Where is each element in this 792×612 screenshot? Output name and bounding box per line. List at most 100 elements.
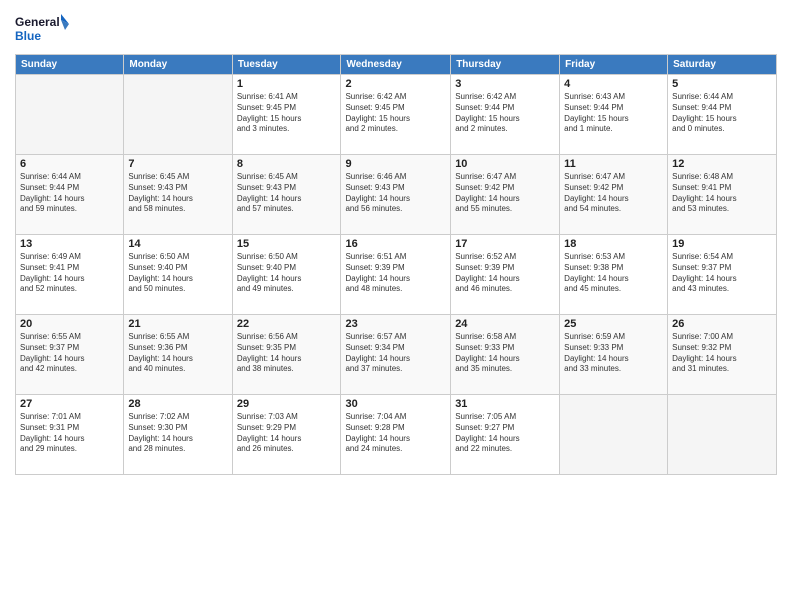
day-number: 28 — [128, 398, 227, 410]
day-number: 7 — [128, 158, 227, 170]
day-number: 6 — [20, 158, 119, 170]
day-info: Sunrise: 7:04 AMSunset: 9:28 PMDaylight:… — [345, 412, 446, 455]
day-number: 20 — [20, 318, 119, 330]
day-number: 3 — [455, 78, 555, 90]
day-cell: 19Sunrise: 6:54 AMSunset: 9:37 PMDayligh… — [668, 235, 777, 315]
day-cell: 31 Sunrise: 7:05 AMSunset: 9:27 PMDayligh… — [451, 395, 560, 475]
day-number: 9 — [345, 158, 446, 170]
day-info: Sunrise: 6:42 AMSunset: 9:45 PMDaylight:… — [345, 92, 446, 135]
day-cell: 23 Sunrise: 6:57 AMSunset: 9:34 PMDayligh… — [341, 315, 451, 395]
day-number: 11 — [564, 158, 663, 170]
day-cell: 14 Sunrise: 6:50 AMSunset: 9:40 PMDayligh… — [124, 235, 232, 315]
calendar-page: General Blue SundayMondayTuesdayWednesda… — [0, 0, 792, 612]
col-header-thursday: Thursday — [451, 55, 560, 75]
day-info: Sunrise: 7:01 AMSunset: 9:31 PMDaylight:… — [20, 412, 119, 455]
day-cell: 29Sunrise: 7:03 AMSunset: 9:29 PMDayligh… — [232, 395, 341, 475]
day-info: Sunrise: 6:45 AMSunset: 9:43 PMDaylight:… — [237, 172, 337, 215]
day-cell — [560, 395, 668, 475]
day-info: Sunrise: 6:51 AMSunset: 9:39 PMDaylight:… — [345, 252, 446, 295]
day-info: Sunrise: 6:41 AMSunset: 9:45 PMDaylight:… — [237, 92, 337, 135]
day-number: 10 — [455, 158, 555, 170]
calendar-table: SundayMondayTuesdayWednesdayThursdayFrid… — [15, 54, 777, 475]
day-cell — [668, 395, 777, 475]
day-cell: 15 Sunrise: 6:50 AMSunset: 9:40 PMDayligh… — [232, 235, 341, 315]
day-cell: 10 Sunrise: 6:47 AMSunset: 9:42 PMDayligh… — [451, 155, 560, 235]
day-info: Sunrise: 6:57 AMSunset: 9:34 PMDaylight:… — [345, 332, 446, 375]
day-number: 26 — [672, 318, 772, 330]
day-info: Sunrise: 6:42 AMSunset: 9:44 PMDaylight:… — [455, 92, 555, 135]
day-info: Sunrise: 6:48 AMSunset: 9:41 PMDaylight:… — [672, 172, 772, 215]
header-row: SundayMondayTuesdayWednesdayThursdayFrid… — [16, 55, 777, 75]
day-cell: 1 Sunrise: 6:41 AMSunset: 9:45 PMDaylight… — [232, 75, 341, 155]
day-number: 12 — [672, 158, 772, 170]
day-number: 17 — [455, 238, 555, 250]
col-header-friday: Friday — [560, 55, 668, 75]
day-info: Sunrise: 7:00 AMSunset: 9:32 PMDaylight:… — [672, 332, 772, 375]
col-header-sunday: Sunday — [16, 55, 124, 75]
day-number: 5 — [672, 78, 772, 90]
day-info: Sunrise: 6:47 AMSunset: 9:42 PMDaylight:… — [455, 172, 555, 215]
day-number: 8 — [237, 158, 337, 170]
day-number: 16 — [345, 238, 446, 250]
day-cell: 27Sunrise: 7:01 AMSunset: 9:31 PMDayligh… — [16, 395, 124, 475]
day-info: Sunrise: 6:55 AMSunset: 9:37 PMDaylight:… — [20, 332, 119, 375]
day-cell: 9 Sunrise: 6:46 AMSunset: 9:43 PMDaylight… — [341, 155, 451, 235]
day-info: Sunrise: 6:49 AMSunset: 9:41 PMDaylight:… — [20, 252, 119, 295]
day-number: 15 — [237, 238, 337, 250]
day-cell: 17 Sunrise: 6:52 AMSunset: 9:39 PMDayligh… — [451, 235, 560, 315]
day-cell: 22 Sunrise: 6:56 AMSunset: 9:35 PMDayligh… — [232, 315, 341, 395]
day-info: Sunrise: 6:50 AMSunset: 9:40 PMDaylight:… — [237, 252, 337, 295]
day-number: 30 — [345, 398, 446, 410]
day-info: Sunrise: 6:59 AMSunset: 9:33 PMDaylight:… — [564, 332, 663, 375]
day-number: 24 — [455, 318, 555, 330]
week-row-2: 6Sunrise: 6:44 AMSunset: 9:44 PMDaylight… — [16, 155, 777, 235]
day-cell: 4Sunrise: 6:43 AMSunset: 9:44 PMDaylight… — [560, 75, 668, 155]
day-number: 25 — [564, 318, 663, 330]
day-number: 29 — [237, 398, 337, 410]
day-cell: 2 Sunrise: 6:42 AMSunset: 9:45 PMDaylight… — [341, 75, 451, 155]
day-info: Sunrise: 6:46 AMSunset: 9:43 PMDaylight:… — [345, 172, 446, 215]
day-info: Sunrise: 6:58 AMSunset: 9:33 PMDaylight:… — [455, 332, 555, 375]
svg-text:General: General — [15, 15, 60, 29]
week-row-3: 13 Sunrise: 6:49 AMSunset: 9:41 PMDayligh… — [16, 235, 777, 315]
day-number: 31 — [455, 398, 555, 410]
col-header-wednesday: Wednesday — [341, 55, 451, 75]
day-cell: 3 Sunrise: 6:42 AMSunset: 9:44 PMDaylight… — [451, 75, 560, 155]
week-row-1: 1 Sunrise: 6:41 AMSunset: 9:45 PMDaylight… — [16, 75, 777, 155]
day-number: 14 — [128, 238, 227, 250]
day-cell: 12 Sunrise: 6:48 AMSunset: 9:41 PMDayligh… — [668, 155, 777, 235]
day-number: 23 — [345, 318, 446, 330]
day-number: 1 — [237, 78, 337, 90]
day-info: Sunrise: 6:52 AMSunset: 9:39 PMDaylight:… — [455, 252, 555, 295]
day-cell — [124, 75, 232, 155]
day-cell: 8 Sunrise: 6:45 AMSunset: 9:43 PMDaylight… — [232, 155, 341, 235]
col-header-tuesday: Tuesday — [232, 55, 341, 75]
col-header-saturday: Saturday — [668, 55, 777, 75]
day-cell: 20 Sunrise: 6:55 AMSunset: 9:37 PMDayligh… — [16, 315, 124, 395]
day-cell: 7Sunrise: 6:45 AMSunset: 9:43 PMDaylight… — [124, 155, 232, 235]
logo: General Blue — [15, 10, 70, 48]
day-cell: 13 Sunrise: 6:49 AMSunset: 9:41 PMDayligh… — [16, 235, 124, 315]
day-number: 2 — [345, 78, 446, 90]
day-cell: 25 Sunrise: 6:59 AMSunset: 9:33 PMDayligh… — [560, 315, 668, 395]
day-info: Sunrise: 6:53 AMSunset: 9:38 PMDaylight:… — [564, 252, 663, 295]
day-cell: 28 Sunrise: 7:02 AMSunset: 9:30 PMDayligh… — [124, 395, 232, 475]
day-cell: 24 Sunrise: 6:58 AMSunset: 9:33 PMDayligh… — [451, 315, 560, 395]
day-cell: 11 Sunrise: 6:47 AMSunset: 9:42 PMDayligh… — [560, 155, 668, 235]
day-number: 22 — [237, 318, 337, 330]
day-info: Sunrise: 6:44 AMSunset: 9:44 PMDaylight:… — [672, 92, 772, 135]
day-info: Sunrise: 6:56 AMSunset: 9:35 PMDaylight:… — [237, 332, 337, 375]
day-number: 18 — [564, 238, 663, 250]
day-info: Sunrise: 6:50 AMSunset: 9:40 PMDaylight:… — [128, 252, 227, 295]
week-row-4: 20 Sunrise: 6:55 AMSunset: 9:37 PMDayligh… — [16, 315, 777, 395]
day-info: Sunrise: 6:55 AMSunset: 9:36 PMDaylight:… — [128, 332, 227, 375]
week-row-5: 27Sunrise: 7:01 AMSunset: 9:31 PMDayligh… — [16, 395, 777, 475]
day-number: 21 — [128, 318, 227, 330]
day-info: Sunrise: 6:54 AMSunset: 9:37 PMDaylight:… — [672, 252, 772, 295]
day-cell: 6Sunrise: 6:44 AMSunset: 9:44 PMDaylight… — [16, 155, 124, 235]
day-info: Sunrise: 7:02 AMSunset: 9:30 PMDaylight:… — [128, 412, 227, 455]
day-info: Sunrise: 7:05 AMSunset: 9:27 PMDaylight:… — [455, 412, 555, 455]
day-number: 13 — [20, 238, 119, 250]
logo-svg: General Blue — [15, 10, 70, 48]
day-info: Sunrise: 6:47 AMSunset: 9:42 PMDaylight:… — [564, 172, 663, 215]
